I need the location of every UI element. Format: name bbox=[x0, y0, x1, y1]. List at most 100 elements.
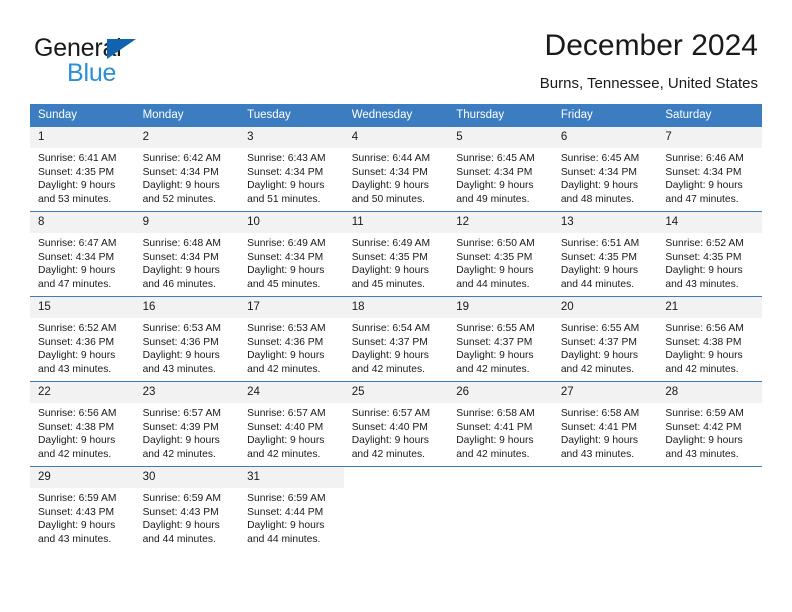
calendar-day-cell[interactable]: 29 Sunrise: 6:59 AM Sunset: 4:43 PM Dayligh… bbox=[30, 466, 135, 551]
calendar-day-cell[interactable]: 16 Sunrise: 6:53 AM Sunset: 4:36 PM Dayligh… bbox=[134, 296, 240, 382]
calendar-day-cell[interactable]: 24 Sunrise: 6:57 AM Sunset: 4:40 PM Dayligh… bbox=[239, 381, 344, 467]
calendar-day-cell[interactable]: 12 Sunrise: 6:50 AM Sunset: 4:35 PM Dayligh… bbox=[448, 211, 553, 297]
weekday-header-row: Sunday Monday Tuesday Wednesday Thursday… bbox=[30, 104, 762, 127]
day-cell-inner: 25 Sunrise: 6:57 AM Sunset: 4:40 PM Dayligh… bbox=[343, 382, 449, 466]
calendar-day-cell[interactable]: 13 Sunrise: 6:51 AM Sunset: 4:35 PM Dayligh… bbox=[552, 211, 658, 297]
calendar-day-cell[interactable]: 7 Sunrise: 6:46 AM Sunset: 4:34 PM Daylight… bbox=[657, 126, 762, 212]
day-sunrise-text: Sunrise: 6:57 AM bbox=[247, 408, 326, 419]
calendar-day-cell[interactable]: 3 Sunrise: 6:43 AM Sunset: 4:34 PM Daylight… bbox=[239, 126, 344, 212]
day-number: 28 bbox=[657, 382, 762, 403]
calendar-day-cell[interactable]: 22 Sunrise: 6:56 AM Sunset: 4:38 PM Dayligh… bbox=[30, 381, 135, 467]
day-daylight1-text: Daylight: 9 hours bbox=[38, 350, 116, 362]
day-sunset-text: Sunset: 4:38 PM bbox=[38, 421, 115, 433]
day-daylight1-text: Daylight: 9 hours bbox=[560, 265, 639, 277]
day-number: 19 bbox=[448, 297, 553, 318]
day-daylight1-text: Daylight: 9 hours bbox=[665, 350, 743, 362]
day-daylight2-text: and 44 minutes. bbox=[247, 533, 321, 545]
calendar-day-cell[interactable]: 2 Sunrise: 6:42 AM Sunset: 4:34 PM Daylight… bbox=[134, 126, 240, 212]
calendar-day-cell[interactable]: 30 Sunrise: 6:59 AM Sunset: 4:43 PM Dayligh… bbox=[134, 466, 240, 551]
calendar-day-cell[interactable]: 27 Sunrise: 6:58 AM Sunset: 4:41 PM Dayligh… bbox=[552, 381, 658, 467]
day-sunset-text: Sunset: 4:34 PM bbox=[142, 251, 219, 263]
day-sunset-text: Sunset: 4:34 PM bbox=[456, 166, 533, 178]
calendar-day-cell[interactable]: 20 Sunrise: 6:55 AM Sunset: 4:37 PM Dayligh… bbox=[552, 296, 658, 382]
day-number bbox=[552, 467, 658, 488]
general-blue-logo[interactable]: General Blue bbox=[34, 34, 204, 90]
day-sun-info: Sunrise: 6:56 AM Sunset: 4:38 PM Daylight:… bbox=[657, 318, 762, 376]
calendar-week-row: 22 Sunrise: 6:56 AM Sunset: 4:38 PM Dayligh… bbox=[30, 381, 762, 467]
day-sunset-text: Sunset: 4:36 PM bbox=[247, 336, 324, 348]
day-daylight1-text: Daylight: 9 hours bbox=[665, 180, 743, 192]
logo-triangle-icon bbox=[107, 39, 136, 59]
calendar-day-cell[interactable]: 21 Sunrise: 6:56 AM Sunset: 4:38 PM Dayligh… bbox=[657, 296, 762, 382]
day-sunrise-text: Sunrise: 6:57 AM bbox=[142, 408, 221, 419]
day-daylight2-text: and 43 minutes. bbox=[665, 278, 739, 290]
day-daylight2-text: and 44 minutes. bbox=[560, 278, 635, 290]
day-daylight1-text: Daylight: 9 hours bbox=[38, 180, 116, 192]
calendar-day-cell[interactable] bbox=[657, 466, 762, 551]
day-cell-inner: 23 Sunrise: 6:57 AM Sunset: 4:39 PM Dayligh… bbox=[134, 382, 240, 466]
day-daylight2-text: and 52 minutes. bbox=[142, 193, 216, 205]
day-sun-info: Sunrise: 6:57 AM Sunset: 4:40 PM Daylight:… bbox=[344, 403, 449, 461]
day-sunset-text: Sunset: 4:39 PM bbox=[142, 421, 219, 433]
day-number: 13 bbox=[552, 212, 658, 233]
day-sun-info: Sunrise: 6:53 AM Sunset: 4:36 PM Daylight:… bbox=[135, 318, 240, 376]
calendar-day-cell[interactable]: 18 Sunrise: 6:54 AM Sunset: 4:37 PM Dayligh… bbox=[343, 296, 449, 382]
calendar-day-cell[interactable]: 25 Sunrise: 6:57 AM Sunset: 4:40 PM Dayligh… bbox=[343, 381, 449, 467]
page-subtitle-location: Burns, Tennessee, United States bbox=[539, 75, 758, 92]
day-sun-info: Sunrise: 6:50 AM Sunset: 4:35 PM Daylight:… bbox=[448, 233, 553, 291]
day-daylight1-text: Daylight: 9 hours bbox=[38, 265, 116, 277]
day-sunrise-text: Sunrise: 6:53 AM bbox=[142, 323, 221, 334]
day-sunrise-text: Sunrise: 6:56 AM bbox=[38, 408, 117, 419]
day-cell-inner: 2 Sunrise: 6:42 AM Sunset: 4:34 PM Daylight… bbox=[134, 127, 240, 211]
day-sunset-text: Sunset: 4:34 PM bbox=[38, 251, 115, 263]
day-daylight1-text: Daylight: 9 hours bbox=[247, 265, 325, 277]
calendar-day-cell[interactable]: 26 Sunrise: 6:58 AM Sunset: 4:41 PM Dayligh… bbox=[448, 381, 553, 467]
day-daylight1-text: Daylight: 9 hours bbox=[38, 520, 116, 532]
calendar-day-cell[interactable]: 9 Sunrise: 6:48 AM Sunset: 4:34 PM Daylight… bbox=[134, 211, 240, 297]
calendar-day-cell[interactable]: 14 Sunrise: 6:52 AM Sunset: 4:35 PM Dayligh… bbox=[657, 211, 762, 297]
calendar-weekday-header: Sunday Monday Tuesday Wednesday Thursday… bbox=[30, 104, 762, 127]
calendar-day-cell[interactable]: 1 Sunrise: 6:41 AM Sunset: 4:35 PM Daylight… bbox=[30, 126, 135, 212]
calendar-day-cell[interactable]: 31 Sunrise: 6:59 AM Sunset: 4:44 PM Dayligh… bbox=[239, 466, 344, 551]
weekday-header-tuesday: Tuesday bbox=[239, 104, 344, 127]
day-sun-info bbox=[344, 488, 449, 492]
calendar-day-cell[interactable] bbox=[343, 466, 449, 551]
calendar-day-cell[interactable]: 28 Sunrise: 6:59 AM Sunset: 4:42 PM Dayligh… bbox=[657, 381, 762, 467]
day-daylight2-text: and 47 minutes. bbox=[38, 278, 112, 290]
calendar-day-cell[interactable]: 10 Sunrise: 6:49 AM Sunset: 4:34 PM Dayligh… bbox=[239, 211, 344, 297]
day-cell-inner: 4 Sunrise: 6:44 AM Sunset: 4:34 PM Daylight… bbox=[343, 127, 449, 211]
day-daylight1-text: Daylight: 9 hours bbox=[351, 435, 429, 447]
day-cell-inner: 8 Sunrise: 6:47 AM Sunset: 4:34 PM Daylight… bbox=[30, 212, 135, 296]
calendar-day-cell[interactable]: 11 Sunrise: 6:49 AM Sunset: 4:35 PM Dayligh… bbox=[343, 211, 449, 297]
day-sunset-text: Sunset: 4:36 PM bbox=[142, 336, 219, 348]
day-cell-inner: 6 Sunrise: 6:45 AM Sunset: 4:34 PM Daylight… bbox=[552, 127, 658, 211]
day-daylight1-text: Daylight: 9 hours bbox=[560, 180, 639, 192]
calendar-day-cell[interactable] bbox=[552, 466, 658, 551]
day-sunrise-text: Sunrise: 6:50 AM bbox=[456, 238, 535, 249]
day-daylight2-text: and 43 minutes. bbox=[142, 363, 216, 375]
day-daylight2-text: and 43 minutes. bbox=[38, 363, 112, 375]
calendar-day-cell[interactable]: 17 Sunrise: 6:53 AM Sunset: 4:36 PM Dayligh… bbox=[239, 296, 344, 382]
day-cell-inner: 20 Sunrise: 6:55 AM Sunset: 4:37 PM Dayligh… bbox=[552, 297, 658, 381]
day-cell-inner: 13 Sunrise: 6:51 AM Sunset: 4:35 PM Dayligh… bbox=[552, 212, 658, 296]
calendar-day-cell[interactable]: 6 Sunrise: 6:45 AM Sunset: 4:34 PM Daylight… bbox=[552, 126, 658, 212]
calendar-day-cell[interactable]: 4 Sunrise: 6:44 AM Sunset: 4:34 PM Daylight… bbox=[343, 126, 449, 212]
day-cell-inner bbox=[657, 467, 762, 551]
day-sunrise-text: Sunrise: 6:49 AM bbox=[247, 238, 326, 249]
day-daylight2-text: and 42 minutes. bbox=[247, 448, 321, 460]
calendar-day-cell[interactable]: 23 Sunrise: 6:57 AM Sunset: 4:39 PM Dayligh… bbox=[134, 381, 240, 467]
calendar-day-cell[interactable] bbox=[448, 466, 553, 551]
day-cell-inner: 12 Sunrise: 6:50 AM Sunset: 4:35 PM Dayligh… bbox=[448, 212, 553, 296]
day-cell-inner: 14 Sunrise: 6:52 AM Sunset: 4:35 PM Dayligh… bbox=[657, 212, 762, 296]
day-sunrise-text: Sunrise: 6:43 AM bbox=[247, 153, 326, 164]
day-number: 20 bbox=[552, 297, 658, 318]
day-daylight2-text: and 42 minutes. bbox=[456, 448, 530, 460]
day-sun-info: Sunrise: 6:59 AM Sunset: 4:44 PM Daylight:… bbox=[239, 488, 344, 546]
calendar-day-cell[interactable]: 19 Sunrise: 6:55 AM Sunset: 4:37 PM Dayligh… bbox=[448, 296, 553, 382]
day-number: 23 bbox=[134, 382, 240, 403]
calendar-day-cell[interactable]: 5 Sunrise: 6:45 AM Sunset: 4:34 PM Daylight… bbox=[448, 126, 553, 212]
calendar-day-cell[interactable]: 8 Sunrise: 6:47 AM Sunset: 4:34 PM Daylight… bbox=[30, 211, 135, 297]
day-sunset-text: Sunset: 4:34 PM bbox=[665, 166, 742, 178]
day-sun-info: Sunrise: 6:52 AM Sunset: 4:36 PM Daylight:… bbox=[30, 318, 135, 376]
calendar-day-cell[interactable]: 15 Sunrise: 6:52 AM Sunset: 4:36 PM Dayligh… bbox=[30, 296, 135, 382]
